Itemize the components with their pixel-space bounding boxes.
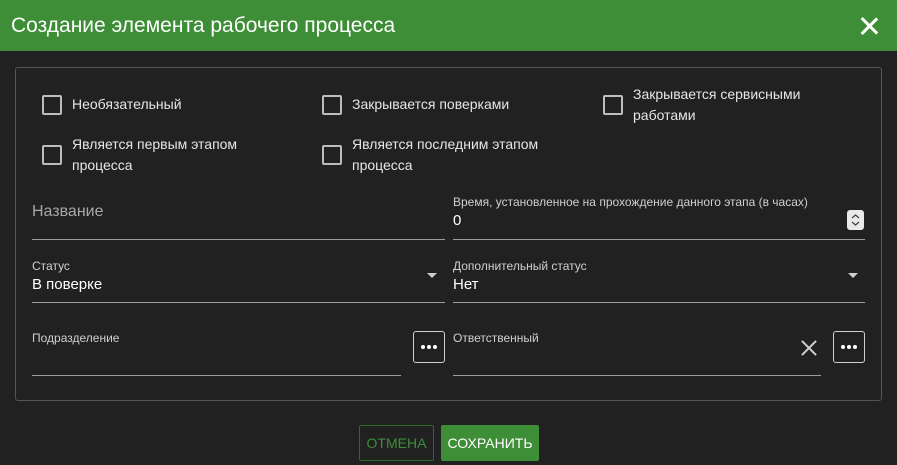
checkbox-first-stage[interactable]: Является первым этапом процесса bbox=[42, 134, 257, 176]
cancel-button[interactable]: ОТМЕНА bbox=[359, 425, 434, 461]
name-field[interactable]: Название bbox=[32, 196, 445, 240]
checkbox-closed-by-checks[interactable]: Закрывается поверками bbox=[322, 94, 509, 115]
checkbox-box[interactable] bbox=[42, 145, 62, 165]
status-value: В поверке bbox=[32, 276, 103, 293]
more-dot bbox=[841, 345, 845, 349]
save-button[interactable]: СОХРАНИТЬ bbox=[441, 425, 539, 461]
number-spinner[interactable] bbox=[847, 210, 864, 230]
more-dot bbox=[421, 345, 425, 349]
dialog-header: Создание элемента рабочего процесса bbox=[0, 0, 897, 51]
dialog-title: Создание элемента рабочего процесса bbox=[11, 13, 396, 37]
time-value[interactable]: 0 bbox=[453, 212, 461, 229]
chevron-down-icon[interactable] bbox=[848, 273, 858, 278]
checkbox-label: Закрывается поверками bbox=[352, 96, 510, 112]
checkbox-label: Является первым этапом процесса bbox=[72, 136, 238, 173]
checkbox-closed-by-service[interactable]: Закрывается сервисными работами bbox=[603, 84, 818, 126]
status-select[interactable]: Статус В поверке bbox=[32, 257, 445, 303]
more-dot bbox=[427, 345, 431, 349]
responsible-select-button[interactable] bbox=[833, 331, 865, 363]
name-placeholder: Название bbox=[32, 203, 104, 220]
checkbox-box[interactable] bbox=[322, 94, 342, 115]
department-label: Подразделение bbox=[32, 331, 120, 345]
checkbox-label: Закрывается сервисными работами bbox=[633, 86, 801, 123]
chevron-down-icon[interactable] bbox=[427, 273, 437, 278]
spinner-arrows-icon bbox=[851, 214, 860, 226]
checkbox-last-stage[interactable]: Является последним этапом процесса bbox=[322, 134, 557, 176]
more-dot bbox=[853, 345, 857, 349]
checkbox-label: Является последним этапом процесса bbox=[352, 136, 539, 173]
checkbox-box[interactable] bbox=[322, 145, 342, 165]
extra-status-select[interactable]: Дополнительный статус Нет bbox=[453, 257, 865, 303]
checkbox-label: Необязательный bbox=[72, 96, 182, 112]
time-label: Время, установленное на прохождение данн… bbox=[453, 195, 808, 209]
department-select-button[interactable] bbox=[413, 331, 445, 363]
extra-status-value: Нет bbox=[453, 276, 479, 293]
responsible-label: Ответственный bbox=[453, 331, 539, 345]
extra-status-label: Дополнительный статус bbox=[453, 259, 587, 273]
status-label: Статус bbox=[32, 259, 70, 273]
more-dot bbox=[433, 345, 437, 349]
checkbox-optional[interactable]: Необязательный bbox=[42, 94, 182, 115]
checkbox-box[interactable] bbox=[603, 95, 623, 115]
close-icon[interactable] bbox=[860, 17, 878, 35]
department-field[interactable]: Подразделение bbox=[32, 329, 401, 376]
more-dot bbox=[847, 345, 851, 349]
responsible-field[interactable]: Ответственный bbox=[453, 329, 821, 376]
clear-icon[interactable] bbox=[800, 339, 818, 357]
time-field[interactable]: Время, установленное на прохождение данн… bbox=[453, 193, 865, 240]
checkbox-box[interactable] bbox=[42, 94, 62, 115]
